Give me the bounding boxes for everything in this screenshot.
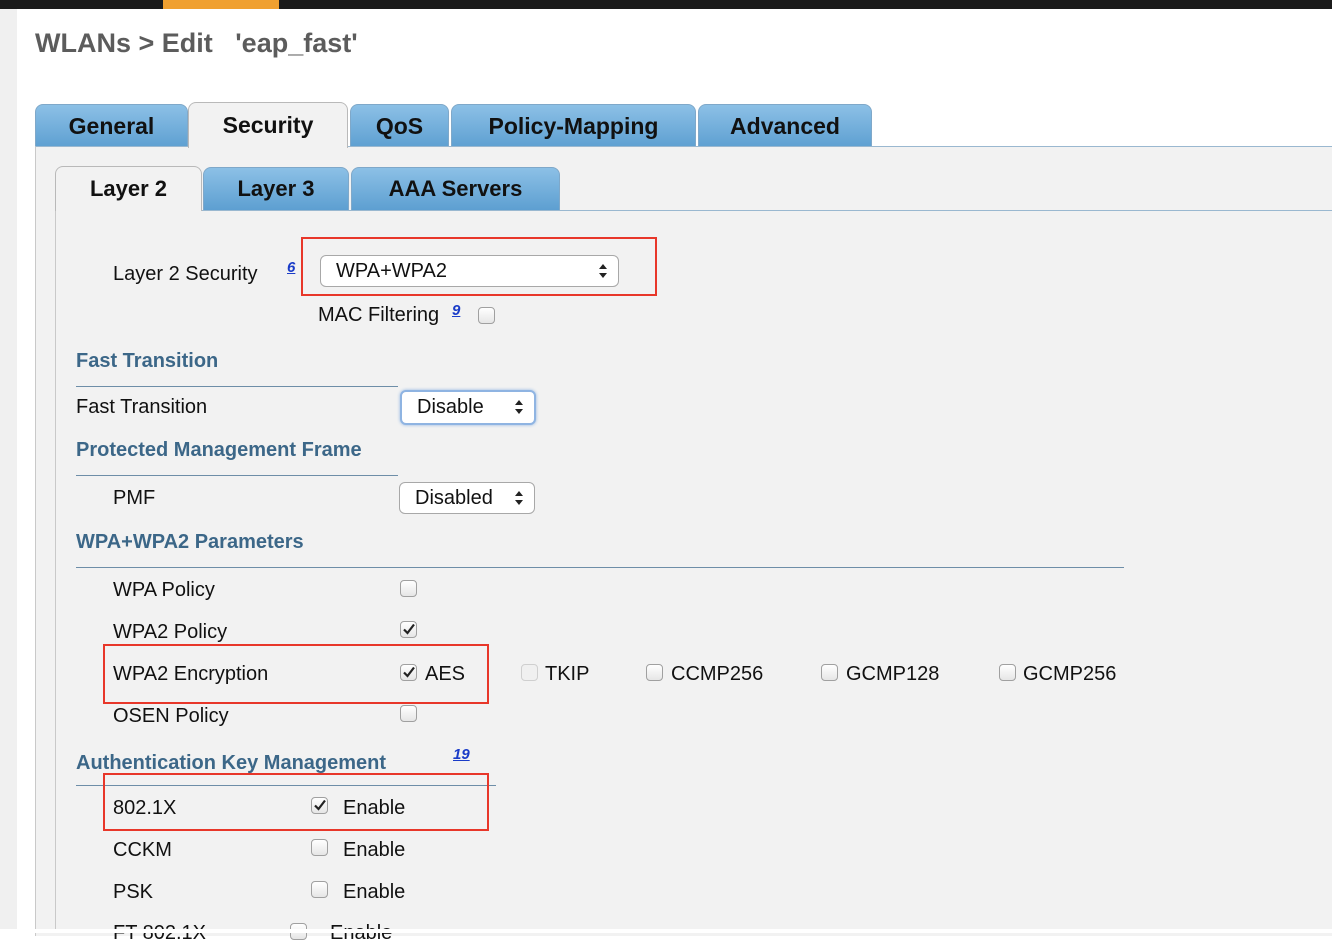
mac-filtering-checkbox[interactable] <box>478 307 495 324</box>
ccmp256-checkbox[interactable] <box>646 664 663 681</box>
akm-ft-8021x-label: FT 802.1X <box>113 922 207 944</box>
akm-cckm-label: CCKM <box>113 839 172 861</box>
layer2-security-label: Layer 2 Security <box>113 263 258 285</box>
akm-footnote-link[interactable]: 19 <box>453 746 470 763</box>
divider <box>76 475 398 476</box>
akm-section-title: Authentication Key Management <box>76 752 387 774</box>
gcmp256-checkbox[interactable] <box>999 664 1016 681</box>
highlight-box-8021x <box>103 773 489 831</box>
pmf-section-title: Protected Management Frame <box>76 439 362 461</box>
subtab-layer-2[interactable]: Layer 2 <box>55 166 202 211</box>
tab-advanced[interactable]: Advanced <box>698 104 872 148</box>
divider <box>76 567 1124 568</box>
akm-ft-8021x-enable-label: Enable <box>330 922 393 944</box>
gcmp128-checkbox[interactable] <box>821 664 838 681</box>
layer2-security-footnote-link[interactable]: 6 <box>287 259 295 276</box>
tab-general[interactable]: General <box>35 104 188 148</box>
akm-psk-checkbox[interactable] <box>311 881 328 898</box>
ccmp256-label: CCMP256 <box>671 663 764 685</box>
fast-transition-label: Fast Transition <box>76 396 208 418</box>
fast-transition-value: Disable <box>417 396 484 418</box>
wpa-params-section-title: WPA+WPA2 Parameters <box>76 531 304 553</box>
mac-filtering-footnote-link[interactable]: 9 <box>452 302 460 319</box>
subtab-layer-3[interactable]: Layer 3 <box>203 167 349 210</box>
mac-filtering-label: MAC Filtering <box>318 304 440 326</box>
updown-arrows-icon <box>515 400 523 414</box>
pmf-value: Disabled <box>415 486 493 509</box>
pmf-label: PMF <box>113 487 156 509</box>
wpa2-policy-label: WPA2 Policy <box>113 621 228 643</box>
left-margin <box>0 9 17 933</box>
gcmp256-label: GCMP256 <box>1023 663 1117 685</box>
akm-cckm-enable-label: Enable <box>343 839 406 861</box>
updown-arrows-icon <box>515 491 523 505</box>
highlight-box-layer2-security <box>301 237 657 296</box>
active-menu-indicator <box>163 0 279 9</box>
akm-psk-label: PSK <box>113 881 154 903</box>
gcmp128-label: GCMP128 <box>846 663 940 685</box>
highlight-box-wpa2-encryption <box>103 644 489 704</box>
fast-transition-section-title: Fast Transition <box>76 350 219 372</box>
subtab-aaa-servers[interactable]: AAA Servers <box>351 167 560 210</box>
tab-qos[interactable]: QoS <box>350 104 449 148</box>
checkmark-icon <box>403 623 415 635</box>
wpa2-policy-checkbox[interactable] <box>400 621 417 638</box>
tkip-label: TKIP <box>545 663 590 685</box>
tab-security[interactable]: Security <box>188 102 348 148</box>
viewport-bottom-edge <box>0 929 1332 933</box>
wpa-policy-label: WPA Policy <box>113 579 215 601</box>
fast-transition-select[interactable]: Disable <box>400 390 536 425</box>
akm-psk-enable-label: Enable <box>343 881 406 903</box>
akm-cckm-checkbox[interactable] <box>311 839 328 856</box>
tkip-checkbox[interactable] <box>521 664 538 681</box>
osen-policy-checkbox[interactable] <box>400 705 417 722</box>
page-title: WLANs > Edit 'eap_fast' <box>35 28 358 58</box>
osen-policy-label: OSEN Policy <box>113 705 229 727</box>
tab-policy-mapping[interactable]: Policy-Mapping <box>451 104 696 148</box>
wpa-policy-checkbox[interactable] <box>400 580 417 597</box>
pmf-select[interactable]: Disabled <box>399 482 535 514</box>
divider <box>76 386 398 387</box>
